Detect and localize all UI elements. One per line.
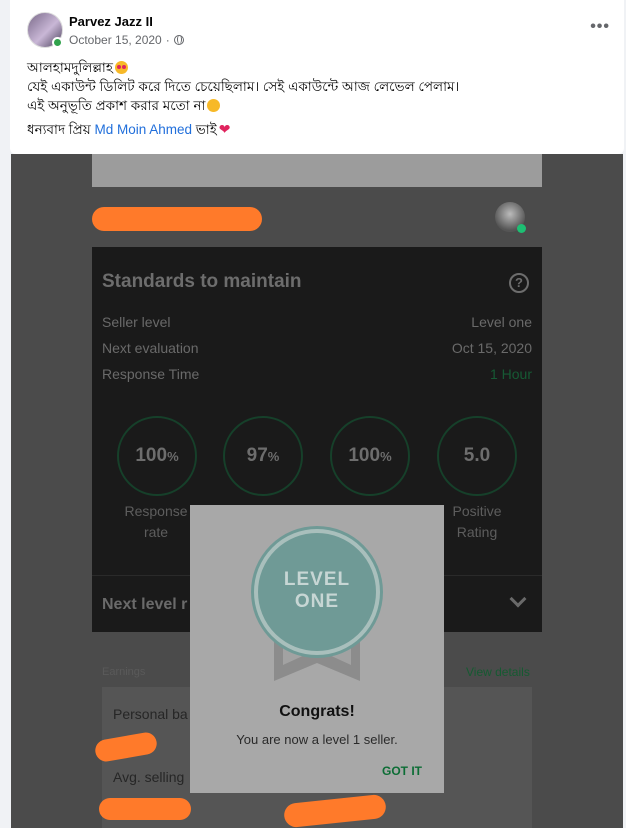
redaction-mark — [92, 207, 262, 231]
image-top-bar — [92, 154, 542, 187]
next-evaluation-row: Next evaluation Oct 15, 2020 — [102, 340, 532, 356]
globe-icon[interactable] — [173, 35, 184, 45]
standards-title: Standards to maintain — [102, 271, 302, 292]
post-line-1: আলহামদুলিল্লাহ — [27, 58, 607, 77]
chevron-down-icon — [509, 590, 527, 608]
view-details-link: View details — [466, 665, 530, 679]
post-image[interactable]: Standards to maintain ? Seller level Lev… — [11, 154, 623, 828]
post-text: আলহামদুলিল্লাহ যেই একাউন্ট ডিলিট করে দিত… — [27, 58, 607, 139]
next-level-label: Next level r — [102, 596, 188, 613]
post-author[interactable]: Parvez Jazz II — [69, 14, 153, 29]
post-date[interactable]: October 15, 2020 — [69, 33, 162, 47]
online-status-dot — [517, 224, 526, 233]
post-line-2: যেই একাউন্ট ডিলিট করে দিতে চেয়েছিলাম। স… — [27, 79, 460, 94]
congrats-dialog: LEVEL ONE Congrats! You are now a level … — [190, 505, 444, 793]
metric-response-rate: 100% — [117, 416, 197, 496]
dialog-message: You are now a level 1 seller. — [236, 732, 398, 747]
mention-link[interactable]: Md Moin Ahmed — [94, 122, 192, 137]
got-it-button: GOT IT — [382, 764, 422, 778]
metric-order-completion: 97% — [223, 416, 303, 496]
heart-eyes-emoji-icon — [114, 61, 128, 74]
level-one-badge-icon: LEVEL ONE — [254, 529, 380, 655]
post-line-3: এই অনুভূতি প্রকাশ করার মতো না — [27, 96, 607, 115]
help-icon: ? — [509, 273, 529, 293]
seller-level-row: Seller level Level one — [102, 314, 532, 330]
personal-balance-label: Personal ba — [113, 706, 188, 722]
dialog-title: Congrats! — [279, 703, 355, 720]
earnings-label: Earnings — [102, 666, 146, 678]
badge-text: LEVEL ONE — [283, 569, 351, 612]
meta-separator: · — [165, 33, 170, 47]
metric-on-time-delivery: 100% — [330, 416, 410, 496]
response-time-row: Response Time 1 Hour — [102, 366, 532, 382]
avg-selling-label: Avg. selling — [113, 769, 185, 785]
redaction-mark — [99, 798, 191, 820]
more-options-icon[interactable]: ••• — [590, 18, 610, 36]
post-card: Parvez Jazz II October 15, 2020 · ••• আল… — [10, 0, 624, 154]
metric-positive-rating: 5.0 — [437, 416, 517, 496]
smile-emoji-icon — [207, 99, 221, 112]
heart-emoji-icon: ❤ — [218, 121, 231, 137]
post-line-4: ধন্যবাদ প্রিয় Md Moin Ahmed ভাই ❤ — [27, 121, 231, 137]
post-meta: October 15, 2020 · — [69, 33, 184, 47]
online-status-dot — [52, 37, 63, 48]
